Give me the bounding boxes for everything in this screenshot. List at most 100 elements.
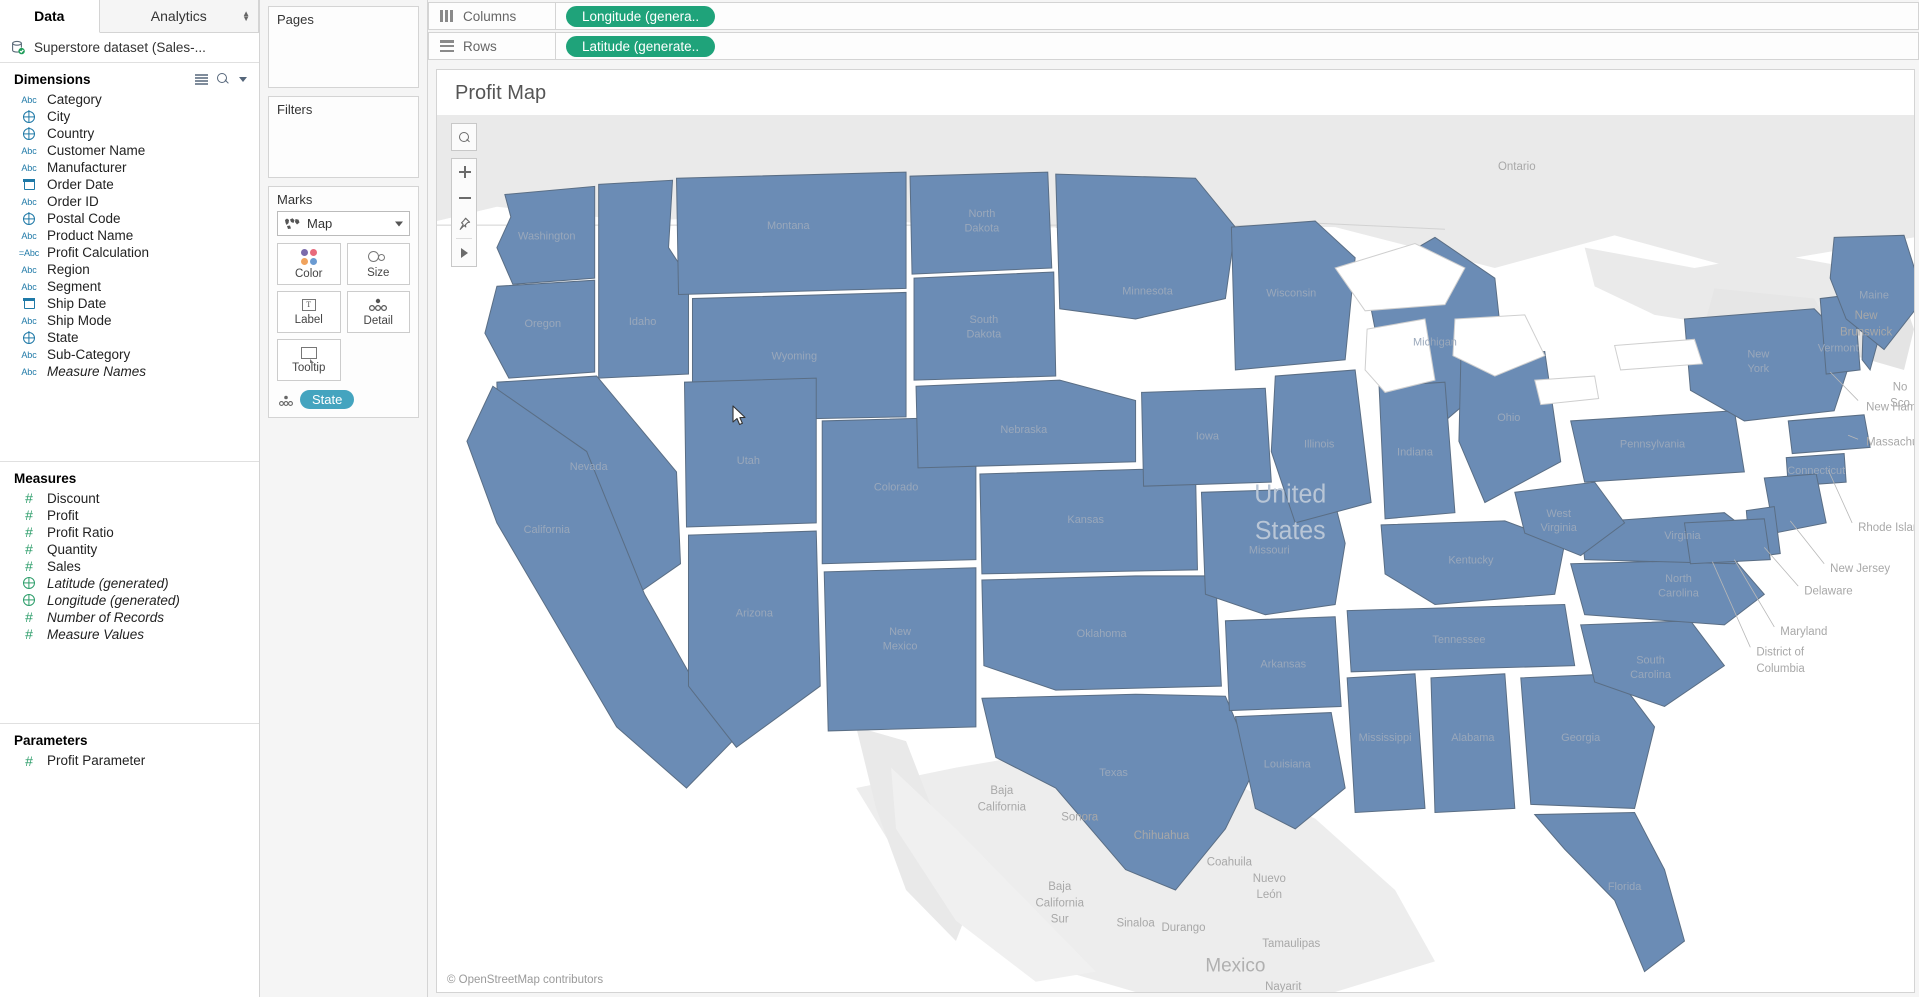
measure-quantity[interactable]: # Quantity: [0, 541, 259, 558]
label-wisconsin: Wisconsin: [1266, 287, 1316, 299]
dimension-measure-names[interactable]: Abc Measure Names: [0, 363, 259, 380]
marks-state-pill[interactable]: State: [300, 390, 355, 409]
label-oregon: Oregon: [525, 318, 562, 330]
field-label: Manufacturer: [47, 160, 127, 175]
dimension-postal-code[interactable]: Postal Code: [0, 210, 259, 227]
field-label: Sales: [47, 558, 81, 574]
marks-color-button[interactable]: Color: [277, 243, 341, 285]
marks-color-label: Color: [295, 267, 323, 280]
measure-sales[interactable]: # Sales: [0, 558, 259, 575]
rows-shelf-well[interactable]: Latitude (generate..: [556, 32, 1919, 60]
marks-size-button[interactable]: Size: [346, 243, 410, 285]
map-zoom-in-button[interactable]: [452, 159, 476, 185]
color-dots-icon: [300, 248, 317, 265]
field-label: Region: [47, 262, 90, 277]
label-louisiana: Louisiana: [1264, 759, 1312, 771]
dimension-order-date[interactable]: Order Date: [0, 176, 259, 193]
number-icon: #: [25, 626, 33, 642]
label-kansas: Kansas: [1067, 514, 1104, 526]
label-tamaulipas: Tamaulipas: [1262, 937, 1320, 950]
marks-label-label: Label: [294, 313, 323, 326]
measure-measure-values[interactable]: # Measure Values: [0, 626, 259, 643]
detail-dots-icon: [366, 298, 390, 312]
dimension-city[interactable]: City: [0, 108, 259, 125]
tab-data[interactable]: Data: [0, 0, 100, 33]
label-baja-california-2: California: [978, 800, 1027, 813]
columns-pill-longitude[interactable]: Longitude (genera..: [566, 5, 716, 27]
label-illinois: Illinois: [1304, 438, 1335, 450]
cards-column: Pages Filters Marks Map Color Size T Lab…: [260, 0, 428, 997]
label-missouri: Missouri: [1249, 544, 1290, 556]
marks-type-dropdown[interactable]: Map: [277, 211, 410, 236]
search-icon[interactable]: [217, 73, 230, 86]
measure-latitude-generated[interactable]: Latitude (generated): [0, 575, 259, 592]
dimension-customer-name[interactable]: Abc Customer Name: [0, 142, 259, 159]
dimension-profit-calculation[interactable]: =Abc Profit Calculation: [0, 244, 259, 261]
dimension-segment[interactable]: Abc Segment: [0, 278, 259, 295]
dimension-state[interactable]: State: [0, 329, 259, 346]
marks-buttons-grid: Color Size T Label Detail Tooltip: [269, 243, 418, 381]
map-search-button[interactable]: [452, 124, 476, 150]
dimension-category[interactable]: Abc Category: [0, 91, 259, 108]
dimension-sub-category[interactable]: Abc Sub-Category: [0, 346, 259, 363]
dimension-country[interactable]: Country: [0, 125, 259, 142]
calendar-icon: [18, 297, 40, 309]
label-texas: Texas: [1099, 767, 1128, 779]
chevron-up-down-icon[interactable]: ▲ ▼: [242, 10, 250, 23]
dimension-manufacturer[interactable]: Abc Manufacturer: [0, 159, 259, 176]
parameter-profit-parameter[interactable]: # Profit Parameter: [0, 752, 259, 769]
pages-card: Pages: [268, 6, 419, 88]
label-nuevo-leon-1: Nuevo: [1253, 872, 1286, 885]
measure-number-of-records[interactable]: # Number of Records: [0, 609, 259, 626]
datasource-row[interactable]: Superstore dataset (Sales-...: [0, 33, 259, 63]
measure-discount[interactable]: # Discount: [0, 490, 259, 507]
dimension-ship-mode[interactable]: Abc Ship Mode: [0, 312, 259, 329]
map-canvas[interactable]: Ontario New Brunswick No Sco United Stat…: [437, 115, 1914, 992]
map-expand-button[interactable]: [452, 240, 476, 266]
chevron-down-icon[interactable]: [239, 77, 247, 82]
label-baja-california-1: Baja: [990, 784, 1013, 797]
marks-tooltip-button[interactable]: Tooltip: [277, 339, 341, 381]
marks-detail-label: Detail: [363, 314, 393, 327]
field-label: Latitude (generated): [47, 575, 169, 591]
globe-icon: [18, 127, 40, 140]
label-massachusetts: Massachusetts: [1866, 435, 1914, 448]
columns-shelf-well[interactable]: Longitude (genera..: [556, 2, 1919, 30]
dimension-ship-date[interactable]: Ship Date: [0, 295, 259, 312]
map-pin-button[interactable]: [452, 211, 476, 237]
field-label: Discount: [47, 490, 100, 506]
dimension-region[interactable]: Abc Region: [0, 261, 259, 278]
abc-icon: Abc: [21, 196, 37, 207]
rows-pill-latitude[interactable]: Latitude (generate..: [566, 35, 716, 57]
measure-profit-ratio[interactable]: # Profit Ratio: [0, 524, 259, 541]
label-arizona: Arizona: [736, 608, 774, 620]
field-label: Profit Ratio: [47, 524, 114, 540]
pages-card-dropzone[interactable]: [269, 31, 418, 87]
measure-profit[interactable]: # Profit: [0, 507, 259, 524]
pane-bottom-spacer: [0, 769, 259, 997]
label-sonora: Sonora: [1061, 811, 1099, 824]
tableau-window: Data Analytics ▲▼ Superstore dataset (S: [0, 0, 1919, 997]
map-zoom-out-button[interactable]: [452, 185, 476, 211]
label-south-carolina-2: Carolina: [1630, 669, 1672, 681]
number-icon: #: [25, 541, 33, 557]
label-north-carolina-2: Carolina: [1658, 587, 1700, 599]
dimensions-header: Dimensions: [0, 63, 259, 91]
label-new-york-2: York: [1748, 363, 1770, 375]
us-states-map[interactable]: Ontario New Brunswick No Sco United Stat…: [437, 115, 1914, 992]
field-label: Quantity: [47, 541, 98, 557]
label-district-of-columbia-1: District of: [1756, 645, 1805, 658]
tab-analytics[interactable]: Analytics ▲ ▼: [99, 0, 259, 32]
marks-label-button[interactable]: T Label: [277, 291, 341, 333]
measure-longitude-generated[interactable]: Longitude (generated): [0, 592, 259, 609]
chevron-down-icon[interactable]: [395, 221, 403, 226]
marks-detail-button[interactable]: Detail: [346, 291, 410, 333]
dimension-product-name[interactable]: Abc Product Name: [0, 227, 259, 244]
abc-icon: Abc: [21, 349, 37, 360]
filters-card-dropzone[interactable]: [269, 121, 418, 177]
grid-view-icon[interactable]: [195, 74, 208, 85]
label-virginia: Virginia: [1664, 530, 1701, 542]
label-connecticut: Connecticut: [1787, 465, 1845, 477]
label-ohio: Ohio: [1497, 412, 1520, 424]
dimension-order-id[interactable]: Abc Order ID: [0, 193, 259, 210]
